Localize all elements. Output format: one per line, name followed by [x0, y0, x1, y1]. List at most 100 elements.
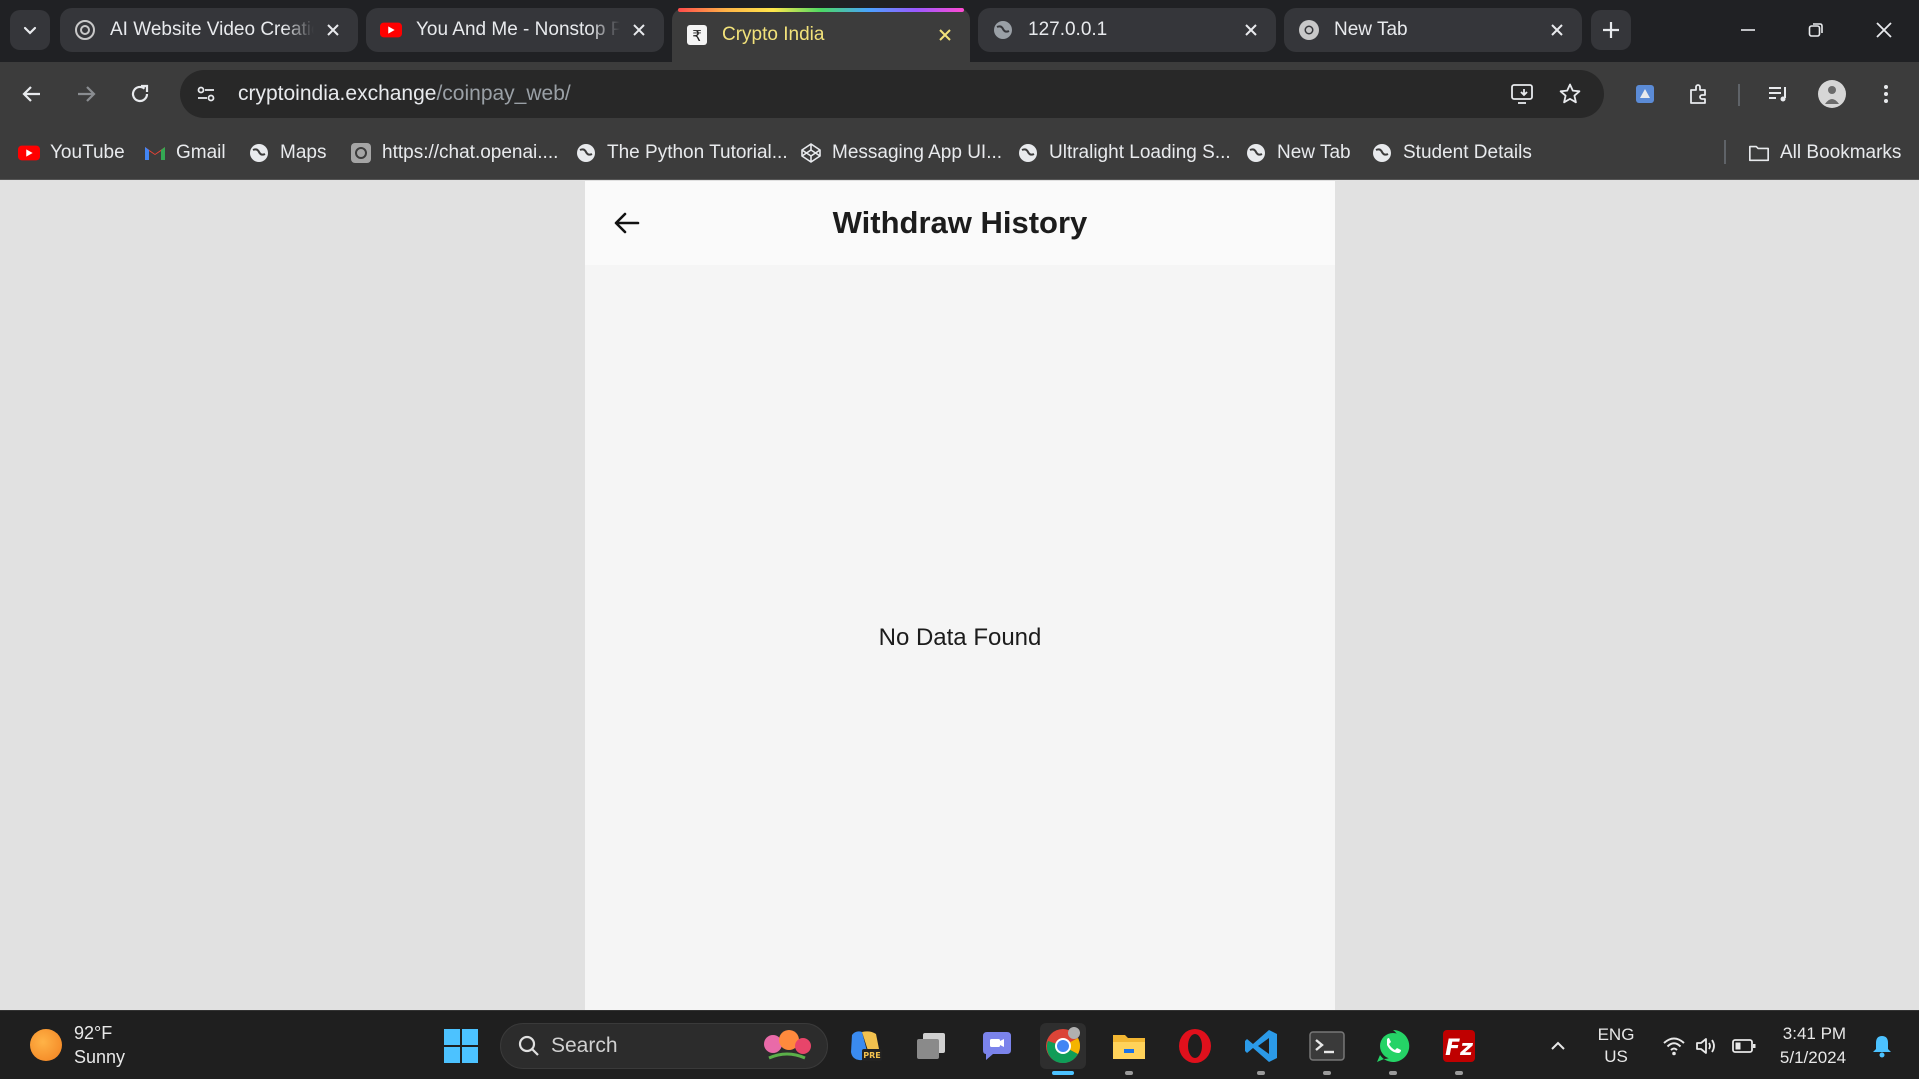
chrome-app[interactable] [1040, 1023, 1086, 1075]
tab-title: New Tab [1334, 19, 1408, 40]
bookmark-maps[interactable]: Maps [248, 138, 326, 168]
tab-strip: AI Website Video Creatio You And Me - No… [0, 0, 1919, 62]
arrow-left-icon [22, 86, 40, 102]
extensions-puzzle-icon[interactable] [1679, 74, 1719, 114]
app-header: Withdraw History [585, 181, 1335, 265]
tab-close-icon[interactable] [1240, 19, 1262, 41]
app-container: Withdraw History No Data Found [585, 181, 1335, 1010]
media-control-icon[interactable] [1758, 74, 1798, 114]
bookmark-youtube[interactable]: YouTube [18, 138, 125, 168]
volume-icon[interactable] [1688, 1011, 1724, 1079]
taskbar-search[interactable]: Search [500, 1023, 828, 1069]
vscode-app[interactable] [1238, 1023, 1284, 1075]
tab-you-and-me[interactable]: You And Me - Nonstop P [366, 8, 664, 52]
bookmark-ultralight-loading[interactable]: Ultralight Loading S... [1017, 138, 1231, 168]
bookmark-gmail[interactable]: Gmail [144, 138, 226, 168]
tab-close-icon[interactable] [322, 19, 344, 41]
bookmark-label: New Tab [1277, 142, 1351, 163]
minimize-icon [1741, 29, 1755, 31]
bookmark-python-tutorial[interactable]: The Python Tutorial... [575, 138, 788, 168]
show-hidden-icons[interactable] [1540, 1011, 1576, 1079]
avatar[interactable] [1812, 74, 1852, 114]
bookmark-star-icon[interactable] [1550, 74, 1590, 114]
globe-icon [575, 142, 597, 164]
tab-search-button[interactable] [10, 10, 50, 50]
back-button[interactable] [12, 74, 52, 114]
browser-menu-icon[interactable] [1866, 74, 1906, 114]
copilot-app[interactable]: PRE [842, 1023, 888, 1069]
bookmark-new-tab[interactable]: New Tab [1245, 138, 1351, 168]
new-tab-button[interactable] [1591, 10, 1631, 50]
empty-state-message: No Data Found [878, 624, 1042, 651]
youtube-icon [380, 19, 402, 41]
opera-app[interactable] [1172, 1023, 1218, 1069]
bookmark-student-details[interactable]: Student Details [1371, 138, 1532, 168]
file-explorer-app[interactable] [1106, 1023, 1152, 1075]
task-view-app[interactable] [908, 1023, 954, 1069]
battery-icon[interactable] [1726, 1011, 1762, 1079]
bookmarks-divider [1724, 140, 1726, 164]
tab-close-icon[interactable] [1546, 19, 1568, 41]
tab-title: 127.0.0.1 [1028, 19, 1108, 40]
weather-widget[interactable]: 92°F Sunny [30, 1021, 125, 1069]
tab-close-icon[interactable] [628, 19, 650, 41]
running-app-indicator [1389, 1071, 1397, 1075]
url-text[interactable]: cryptoindia.exchange/coinpay_web/ [238, 82, 571, 106]
tab-title: Crypto India [722, 24, 825, 45]
start-button[interactable] [438, 1023, 484, 1069]
reload-button[interactable] [120, 74, 160, 114]
openai-icon [74, 19, 96, 41]
bookmark-label: Maps [280, 142, 327, 163]
language-indicator[interactable]: ENG US [1588, 1011, 1644, 1079]
notifications-bell[interactable] [1862, 1011, 1902, 1079]
minimize-button[interactable] [1714, 0, 1782, 60]
wifi-icon[interactable] [1656, 1011, 1692, 1079]
address-bar[interactable]: cryptoindia.exchange/coinpay_web/ [180, 70, 1604, 118]
close-window-button[interactable] [1850, 0, 1918, 60]
all-bookmarks-button[interactable]: All Bookmarks [1748, 138, 1901, 168]
restore-button[interactable] [1782, 0, 1850, 60]
forward-button[interactable] [66, 74, 106, 114]
browser-toolbar: cryptoindia.exchange/coinpay_web/ [0, 62, 1919, 126]
terminal-app[interactable] [1304, 1023, 1350, 1075]
svg-text:₹: ₹ [692, 27, 702, 45]
extension-icon[interactable] [1625, 74, 1665, 114]
terminal-icon [1309, 1031, 1345, 1061]
bookmark-chat-openai[interactable]: https://chat.openai.... [350, 138, 558, 168]
arrow-right-icon [78, 86, 96, 102]
toolbar-divider [1738, 84, 1740, 106]
clock-date: 5/1/2024 [1779, 1047, 1847, 1067]
site-info-icon[interactable] [186, 74, 226, 114]
tab-close-icon[interactable] [934, 24, 956, 46]
rupee-icon: ₹ [686, 24, 708, 46]
whatsapp-icon [1377, 1029, 1410, 1062]
globe-icon [1017, 142, 1039, 164]
youtube-icon [18, 142, 40, 164]
system-clock[interactable]: 3:41 PM 5/1/2024 [1770, 1011, 1856, 1079]
bookmark-label: Student Details [1403, 142, 1532, 163]
running-app-indicator [1125, 1071, 1133, 1075]
tab-crypto-india[interactable]: ₹ Crypto India [672, 8, 970, 62]
bookmark-label: The Python Tutorial... [607, 142, 788, 163]
url-host: cryptoindia.exchange [238, 82, 437, 105]
page-title: Withdraw History [832, 205, 1088, 240]
svg-text:PRE: PRE [863, 1051, 881, 1060]
bookmark-label: Messaging App UI... [832, 142, 1003, 163]
opera-icon [1179, 1029, 1211, 1063]
teams-app[interactable] [974, 1023, 1020, 1069]
tab-localhost[interactable]: 127.0.0.1 [978, 8, 1276, 52]
filezilla-icon: Fz [1443, 1030, 1475, 1062]
install-app-icon[interactable] [1502, 74, 1542, 114]
tab-ai-website[interactable]: AI Website Video Creatio [60, 8, 358, 52]
region-code: US [1604, 1046, 1628, 1066]
clock-time: 3:41 PM [1782, 1023, 1847, 1043]
restore-icon [1808, 23, 1823, 37]
tab-new-tab[interactable]: New Tab [1284, 8, 1582, 52]
bookmark-messaging-app[interactable]: Messaging App UI... [800, 138, 1002, 168]
whatsapp-app[interactable] [1370, 1023, 1416, 1075]
tab-title: AI Website Video Creatio [110, 19, 314, 40]
codepen-icon [800, 142, 822, 164]
globe-icon [248, 142, 270, 164]
close-icon [1876, 22, 1892, 38]
filezilla-app[interactable]: Fz [1436, 1023, 1482, 1075]
